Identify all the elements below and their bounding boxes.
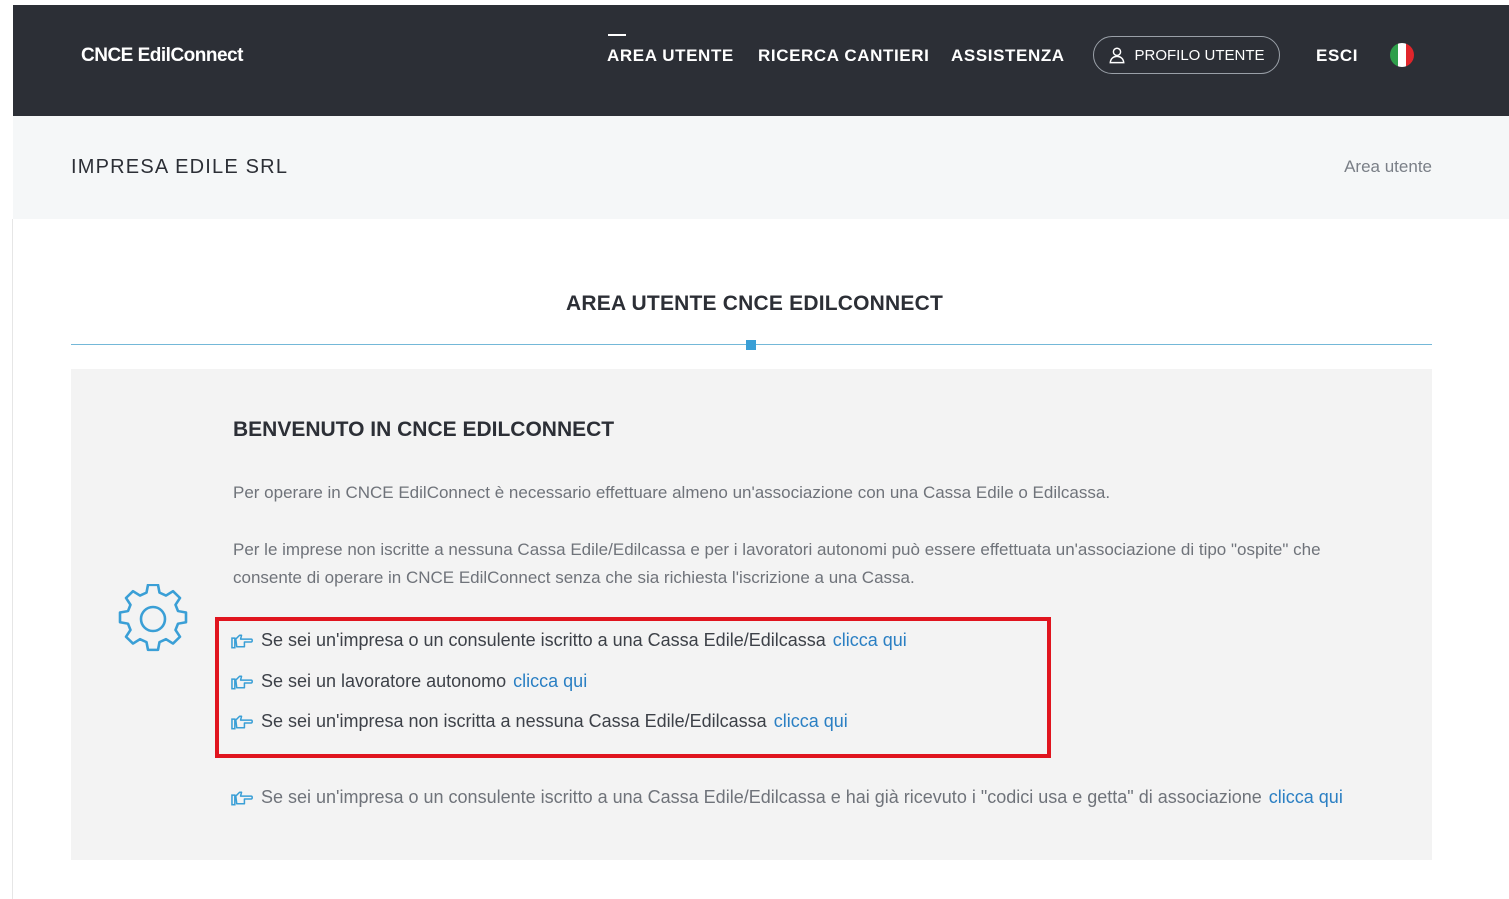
pointing-hand-icon — [231, 633, 253, 648]
section-title: AREA UTENTE CNCE EDILCONNECT — [566, 292, 943, 315]
breadcrumb[interactable]: Area utente — [1344, 157, 1432, 177]
nav-assistenza[interactable]: ASSISTENZA — [951, 46, 1065, 66]
choice-iscritto: Se sei un'impresa o un consulente iscrit… — [231, 630, 907, 651]
clicca-qui-link[interactable]: clicca qui — [833, 630, 907, 651]
nav-area-utente[interactable]: AREA UTENTE — [607, 46, 734, 66]
italian-flag-icon[interactable] — [1390, 43, 1414, 67]
choice-non-iscritta: Se sei un'impresa non iscritta a nessuna… — [231, 711, 848, 732]
pointing-hand-icon — [231, 790, 253, 805]
choice-text: Se sei un'impresa o un consulente iscrit… — [261, 787, 1262, 807]
guest-info-paragraph: Per le imprese non iscritte a nessuna Ca… — [233, 540, 1321, 587]
divider-marker — [746, 340, 756, 350]
welcome-panel: BENVENUTO IN CNCE EDILCONNECT Per operar… — [71, 369, 1432, 860]
page-edge-divider — [12, 219, 13, 899]
welcome-title: BENVENUTO IN CNCE EDILCONNECT — [233, 418, 615, 441]
choice-autonomo: Se sei un lavoratore autonomo clicca qui — [231, 671, 587, 692]
clicca-qui-link[interactable]: clicca qui — [774, 711, 848, 732]
choice-codici-usa-e-getta: Se sei un'impresa o un consulente iscrit… — [231, 787, 1343, 808]
pointing-hand-icon — [231, 674, 253, 689]
logout-link[interactable]: ESCI — [1316, 46, 1358, 66]
clicca-qui-link[interactable]: clicca qui — [1269, 787, 1343, 808]
nav-ricerca-cantieri[interactable]: RICERCA CANTIERI — [758, 46, 929, 66]
gear-icon — [118, 584, 188, 652]
user-icon — [1109, 47, 1126, 64]
pointing-hand-icon — [231, 714, 253, 729]
clicca-qui-link[interactable]: clicca qui — [513, 671, 587, 692]
choice-text: Se sei un'impresa non iscritta a nessuna… — [261, 711, 767, 731]
choice-text: Se sei un'impresa o un consulente iscrit… — [261, 630, 826, 650]
company-name: IMPRESA EDILE SRL — [71, 156, 289, 178]
page-header: IMPRESA EDILE SRL Area utente — [13, 116, 1509, 219]
profile-button[interactable]: PROFILO UTENTE — [1093, 36, 1280, 74]
active-nav-indicator — [608, 34, 626, 36]
brand-logo[interactable]: CNCE EdilConnect — [81, 45, 243, 67]
top-navbar: CNCE EdilConnect AREA UTENTE RICERCA CAN… — [13, 5, 1509, 116]
choice-text: Se sei un lavoratore autonomo — [261, 671, 507, 691]
profile-label: PROFILO UTENTE — [1134, 46, 1265, 64]
intro-paragraph: Per operare in CNCE EdilConnect è necess… — [233, 483, 1111, 502]
